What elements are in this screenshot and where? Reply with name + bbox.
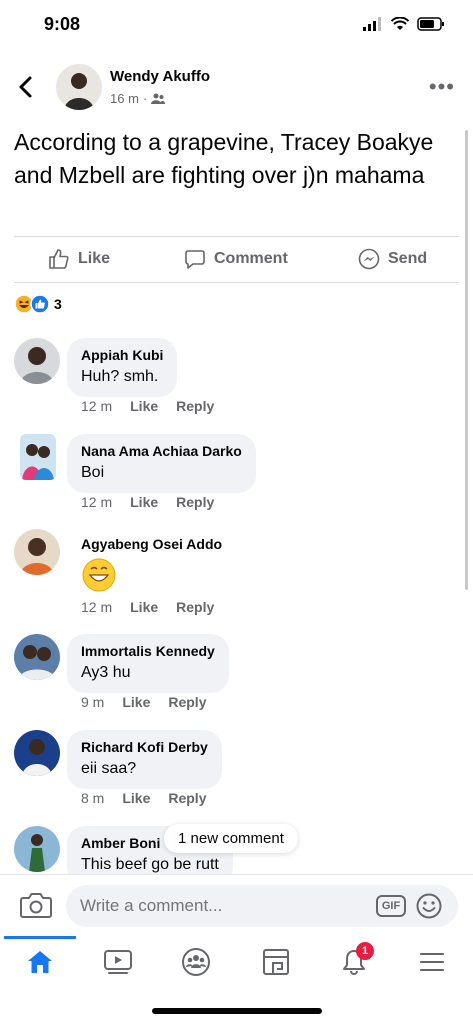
post-time: 16 m xyxy=(110,91,139,106)
like-reaction-icon xyxy=(30,294,50,314)
commenter-avatar[interactable] xyxy=(14,338,60,384)
home-icon xyxy=(28,951,52,973)
dot-separator: · xyxy=(142,91,148,106)
battery-icon xyxy=(417,17,444,31)
hamburger-menu-icon xyxy=(420,953,444,971)
friends-icon xyxy=(151,93,166,104)
comment-reply-button[interactable]: Reply xyxy=(176,494,214,510)
commenter-name[interactable]: Appiah Kubi xyxy=(81,346,163,364)
commenter-avatar[interactable] xyxy=(14,730,60,776)
comment-label: Comment xyxy=(214,250,288,267)
comment-icon xyxy=(185,250,205,269)
smiley-icon xyxy=(416,893,442,919)
post-meta: 16 m · xyxy=(110,91,166,106)
bottom-tab-bar: 1 xyxy=(0,936,473,988)
home-indicator xyxy=(152,1008,322,1014)
commenter-name[interactable]: Immortalis Kennedy xyxy=(81,642,215,660)
commenter-name[interactable]: Agyabeng Osei Addo xyxy=(81,535,222,553)
comment-meta: 12 m Like Reply xyxy=(81,599,214,615)
post-text: According to a grapevine, Tracey Boakye … xyxy=(14,129,434,188)
messenger-icon xyxy=(358,248,380,270)
author-avatar[interactable] xyxy=(56,64,102,110)
comment-bubble: Richard Kofi Derby eii saa? xyxy=(67,730,222,789)
comment-text: Huh? smh. xyxy=(81,368,159,385)
comment-text: This beef go be rutt xyxy=(81,856,219,873)
comment-like-button[interactable]: Like xyxy=(122,694,150,710)
new-comment-toast[interactable]: 1 new comment xyxy=(164,824,298,853)
commenter-avatar[interactable] xyxy=(14,826,60,872)
commenter-avatar[interactable] xyxy=(14,634,60,680)
grinning-face-icon xyxy=(82,558,116,592)
comment-reply-button[interactable]: Reply xyxy=(176,398,214,414)
video-icon xyxy=(104,950,132,974)
tab-watch[interactable] xyxy=(98,944,138,980)
divider-top xyxy=(14,236,459,237)
comment-reply-button[interactable]: Reply xyxy=(168,694,206,710)
comment-sticker-wrap: Agyabeng Osei Addo xyxy=(81,535,222,598)
notification-badge: 1 xyxy=(356,942,374,960)
camera-icon xyxy=(20,893,52,918)
like-label: Like xyxy=(78,250,111,267)
more-options-icon[interactable]: ••• xyxy=(429,74,455,100)
comment-button[interactable]: Comment xyxy=(184,248,288,270)
tab-menu[interactable] xyxy=(412,944,452,980)
tab-pages[interactable] xyxy=(256,944,296,980)
send-button[interactable]: Send xyxy=(358,248,427,270)
comment-reply-button[interactable]: Reply xyxy=(168,790,206,806)
scrollbar[interactable] xyxy=(465,130,468,590)
emoji-button[interactable] xyxy=(416,893,442,919)
chevron-left-icon xyxy=(19,76,32,98)
comment-meta: 12 m Like Reply xyxy=(81,398,214,414)
groups-icon xyxy=(182,948,210,976)
comment-time: 12 m xyxy=(81,599,113,615)
reaction-count: 3 xyxy=(54,296,62,312)
camera-button[interactable] xyxy=(20,891,52,919)
commenter-name[interactable]: Richard Kofi Derby xyxy=(81,738,208,756)
active-tab-indicator xyxy=(4,936,76,939)
comment-like-button[interactable]: Like xyxy=(130,398,158,414)
wifi-icon xyxy=(391,17,409,30)
reaction-summary[interactable]: 3 xyxy=(14,294,62,314)
comment-like-button[interactable]: Like xyxy=(130,494,158,510)
commenter-avatar[interactable] xyxy=(20,434,56,480)
comment-reply-button[interactable]: Reply xyxy=(176,599,214,615)
thumbs-up-icon xyxy=(49,249,69,269)
pages-icon xyxy=(263,949,289,975)
tab-notifications[interactable]: 1 xyxy=(334,942,374,980)
commenter-avatar[interactable] xyxy=(14,529,60,575)
post-header: Wendy Akuffo 16 m · ••• xyxy=(0,58,473,116)
gif-button[interactable]: GIF xyxy=(376,895,406,917)
comment-bubble: Appiah Kubi Huh? smh. xyxy=(67,338,178,397)
comment-time: 12 m xyxy=(81,494,113,510)
comment-bubble: Immortalis Kennedy Ay3 hu xyxy=(67,634,229,693)
status-icons xyxy=(363,17,445,31)
author-name[interactable]: Wendy Akuffo xyxy=(110,68,210,85)
comment-bubble: Nana Ama Achiaa Darko Boi xyxy=(67,434,256,493)
status-time: 9:08 xyxy=(44,14,81,34)
comment-meta: 8 m Like Reply xyxy=(81,790,206,806)
back-button[interactable] xyxy=(14,74,42,102)
signal-icon xyxy=(363,17,381,31)
comment-meta: 9 m Like Reply xyxy=(81,694,206,710)
tab-home[interactable] xyxy=(20,944,60,980)
send-label: Send xyxy=(388,250,428,267)
comment-text: Boi xyxy=(81,464,105,481)
status-bar: 9:08 xyxy=(0,0,473,50)
comment-time: 8 m xyxy=(81,790,105,806)
comment-like-button[interactable]: Like xyxy=(130,599,158,615)
commenter-name[interactable]: Nana Ama Achiaa Darko xyxy=(81,442,242,460)
comment-text: Ay3 hu xyxy=(81,664,131,681)
comment-composer: GIF xyxy=(0,874,473,936)
comment-time: 12 m xyxy=(81,398,113,414)
divider-bottom xyxy=(14,282,459,283)
comment-text: eii saa? xyxy=(81,760,137,777)
comment-like-button[interactable]: Like xyxy=(122,790,150,806)
like-button[interactable]: Like xyxy=(48,248,110,270)
action-bar: Like Comment Send xyxy=(0,240,473,280)
comment-time: 9 m xyxy=(81,694,105,710)
comment-meta: 12 m Like Reply xyxy=(81,494,214,510)
tab-groups[interactable] xyxy=(176,944,216,980)
